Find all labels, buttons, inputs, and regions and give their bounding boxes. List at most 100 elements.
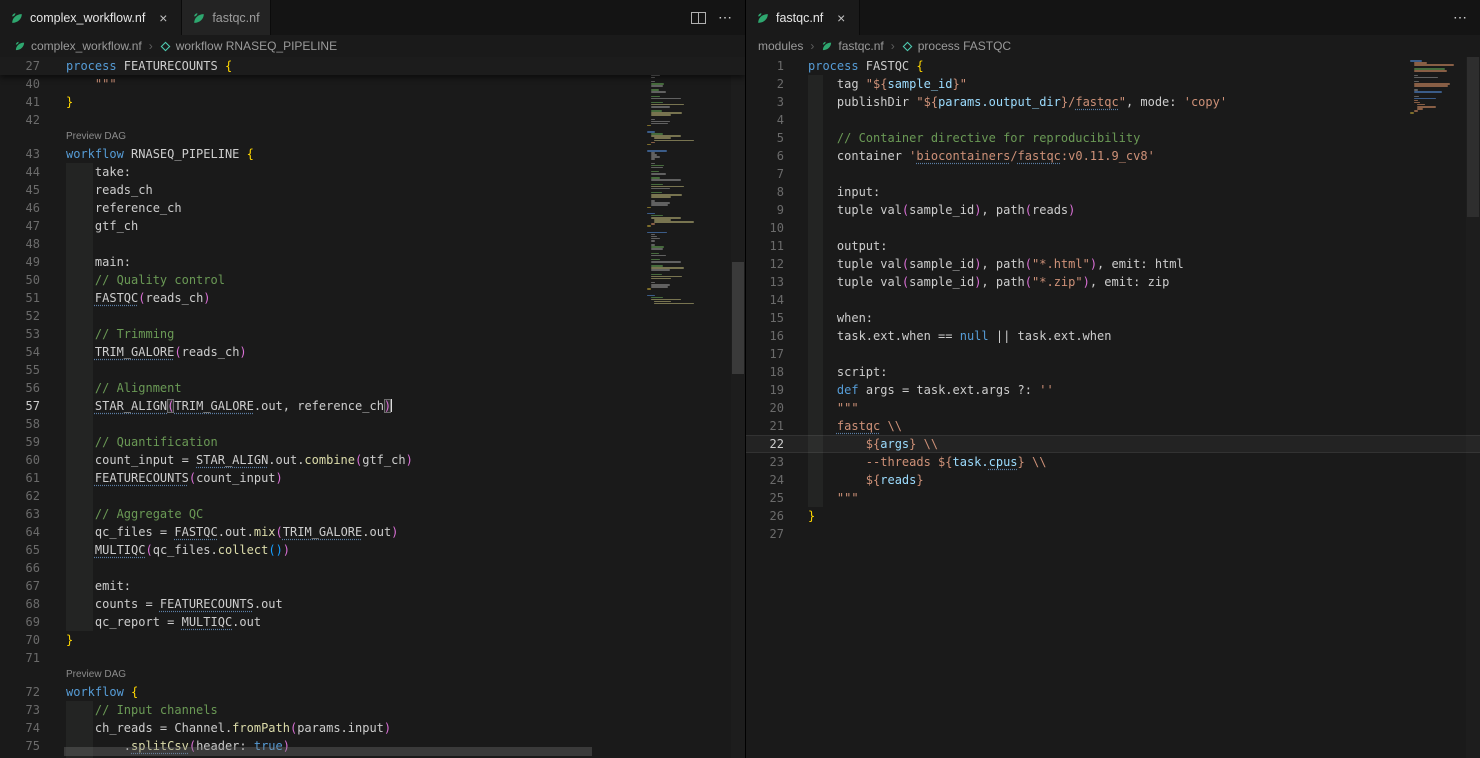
code-text[interactable] — [40, 487, 745, 505]
code-text[interactable]: FASTQC(reads_ch) — [40, 289, 745, 307]
code-text[interactable]: workflow RNASEQ_PIPELINE { — [40, 145, 745, 163]
code-text[interactable]: """ — [784, 489, 1480, 507]
code-line[interactable]: 17 — [746, 345, 1480, 363]
breadcrumb-folder[interactable]: modules — [758, 39, 803, 53]
code-text[interactable]: counts = FEATURECOUNTS.out — [40, 595, 745, 613]
code-text[interactable]: script: — [784, 363, 1480, 381]
code-text[interactable]: """ — [40, 75, 745, 93]
scrollbar-thumb[interactable] — [732, 262, 744, 374]
code-line[interactable]: 18 script: — [746, 363, 1480, 381]
code-line[interactable]: 8 input: — [746, 183, 1480, 201]
code-line[interactable]: 64 qc_files = FASTQC.out.mix(TRIM_GALORE… — [0, 523, 745, 541]
code-line[interactable]: 15 when: — [746, 309, 1480, 327]
code-text[interactable]: tuple val(sample_id), path(reads) — [784, 201, 1480, 219]
sticky-scroll-line[interactable]: 27process FEATURECOUNTS { — [0, 57, 745, 75]
horizontal-scrollbar-thumb[interactable] — [64, 747, 592, 756]
code-text[interactable]: --threads ${task.cpus} \\ — [784, 453, 1480, 471]
code-text[interactable]: task.ext.when == null || task.ext.when — [784, 327, 1480, 345]
code-line[interactable]: 1process FASTQC { — [746, 57, 1480, 75]
code-line[interactable]: 11 output: — [746, 237, 1480, 255]
codelens-link[interactable]: Preview DAG — [0, 667, 745, 683]
code-line[interactable]: 54 TRIM_GALORE(reads_ch) — [0, 343, 745, 361]
code-text[interactable]: fastqc \\ — [784, 417, 1480, 435]
scrollbar-thumb[interactable] — [1467, 57, 1479, 217]
code-line[interactable]: 73 // Input channels — [0, 701, 745, 719]
code-text[interactable]: qc_report = MULTIQC.out — [40, 613, 745, 631]
code-text[interactable]: tuple val(sample_id), path("*.html"), em… — [784, 255, 1480, 273]
code-text[interactable]: STAR_ALIGN(TRIM_GALORE.out, reference_ch… — [40, 397, 745, 415]
code-text[interactable]: main: — [40, 253, 745, 271]
code-text[interactable]: tuple val(sample_id), path("*.zip"), emi… — [784, 273, 1480, 291]
code-text[interactable] — [40, 235, 745, 253]
tab-complex-workflow[interactable]: complex_workflow.nf × — [0, 0, 182, 35]
vertical-scrollbar[interactable] — [731, 57, 745, 758]
code-line[interactable]: 55 — [0, 361, 745, 379]
close-icon[interactable]: × — [833, 10, 849, 26]
code-line[interactable]: 62 — [0, 487, 745, 505]
code-text[interactable]: // Quality control — [40, 271, 745, 289]
editor-right[interactable]: 1process FASTQC {2 tag "${sample_id}"3 p… — [746, 57, 1480, 758]
code-line[interactable]: 51 FASTQC(reads_ch) — [0, 289, 745, 307]
breadcrumb-symbol[interactable]: workflow RNASEQ_PIPELINE — [160, 39, 337, 53]
code-text[interactable] — [784, 345, 1480, 363]
code-text[interactable]: process FEATURECOUNTS { — [40, 57, 745, 75]
code-line[interactable]: 49 main: — [0, 253, 745, 271]
code-text[interactable]: tag "${sample_id}" — [784, 75, 1480, 93]
code-text[interactable]: take: — [40, 163, 745, 181]
code-text[interactable]: // Aggregate QC — [40, 505, 745, 523]
code-line[interactable]: 56 // Alignment — [0, 379, 745, 397]
code-line[interactable]: 63 // Aggregate QC — [0, 505, 745, 523]
code-text[interactable]: } — [40, 93, 745, 111]
minimap[interactable] — [647, 57, 731, 305]
code-line[interactable]: 13 tuple val(sample_id), path("*.zip"), … — [746, 273, 1480, 291]
code-line[interactable]: 7 — [746, 165, 1480, 183]
code-text[interactable]: ${args} \\ — [784, 435, 1480, 453]
tab-fastqc-left[interactable]: fastqc.nf — [182, 0, 270, 35]
code-area[interactable]: 27process FEATURECOUNTS {40 """41}42Prev… — [0, 57, 745, 758]
code-text[interactable]: emit: — [40, 577, 745, 595]
code-line[interactable]: 2 tag "${sample_id}" — [746, 75, 1480, 93]
more-actions-icon[interactable]: ⋯ — [1453, 9, 1468, 26]
code-text[interactable]: // Quantification — [40, 433, 745, 451]
code-text[interactable]: // Input channels — [40, 701, 745, 719]
code-text[interactable]: ch_reads = Channel.fromPath(params.input… — [40, 719, 745, 737]
code-line[interactable]: 9 tuple val(sample_id), path(reads) — [746, 201, 1480, 219]
tab-fastqc-right[interactable]: fastqc.nf × — [746, 0, 860, 35]
code-line[interactable]: 65 MULTIQC(qc_files.collect()) — [0, 541, 745, 559]
code-line[interactable]: 3 publishDir "${params.output_dir}/fastq… — [746, 93, 1480, 111]
code-line[interactable]: 4 — [746, 111, 1480, 129]
code-line[interactable]: 21 fastqc \\ — [746, 417, 1480, 435]
code-text[interactable]: } — [784, 507, 1480, 525]
code-text[interactable]: // Container directive for reproducibili… — [784, 129, 1480, 147]
code-text[interactable]: publishDir "${params.output_dir}/fastqc"… — [784, 93, 1480, 111]
code-line[interactable]: 5 // Container directive for reproducibi… — [746, 129, 1480, 147]
close-icon[interactable]: × — [155, 10, 171, 26]
vertical-scrollbar[interactable] — [1466, 57, 1480, 758]
code-text[interactable] — [784, 525, 1480, 543]
code-line[interactable]: 40 """ — [0, 75, 745, 93]
code-text[interactable] — [40, 415, 745, 433]
code-text[interactable]: output: — [784, 237, 1480, 255]
code-line[interactable]: 74 ch_reads = Channel.fromPath(params.in… — [0, 719, 745, 737]
code-line[interactable]: 48 — [0, 235, 745, 253]
code-line[interactable]: 26} — [746, 507, 1480, 525]
code-area[interactable]: 1process FASTQC {2 tag "${sample_id}"3 p… — [746, 57, 1480, 543]
breadcrumb-file[interactable]: fastqc.nf — [821, 39, 883, 53]
code-text[interactable]: workflow { — [40, 683, 745, 701]
code-text[interactable] — [40, 111, 745, 129]
code-line[interactable]: 14 — [746, 291, 1480, 309]
code-line[interactable]: 16 task.ext.when == null || task.ext.whe… — [746, 327, 1480, 345]
code-text[interactable]: TRIM_GALORE(reads_ch) — [40, 343, 745, 361]
code-text[interactable] — [784, 165, 1480, 183]
code-text[interactable]: FEATURECOUNTS(count_input) — [40, 469, 745, 487]
code-line[interactable]: 45 reads_ch — [0, 181, 745, 199]
code-text[interactable]: // Trimming — [40, 325, 745, 343]
code-text[interactable]: ${reads} — [784, 471, 1480, 489]
code-line[interactable]: 59 // Quantification — [0, 433, 745, 451]
code-line[interactable]: 71 — [0, 649, 745, 667]
code-line[interactable]: 43workflow RNASEQ_PIPELINE { — [0, 145, 745, 163]
code-line[interactable]: 20 """ — [746, 399, 1480, 417]
code-text[interactable]: process FASTQC { — [784, 57, 1480, 75]
code-text[interactable]: MULTIQC(qc_files.collect()) — [40, 541, 745, 559]
code-line[interactable]: 47 gtf_ch — [0, 217, 745, 235]
